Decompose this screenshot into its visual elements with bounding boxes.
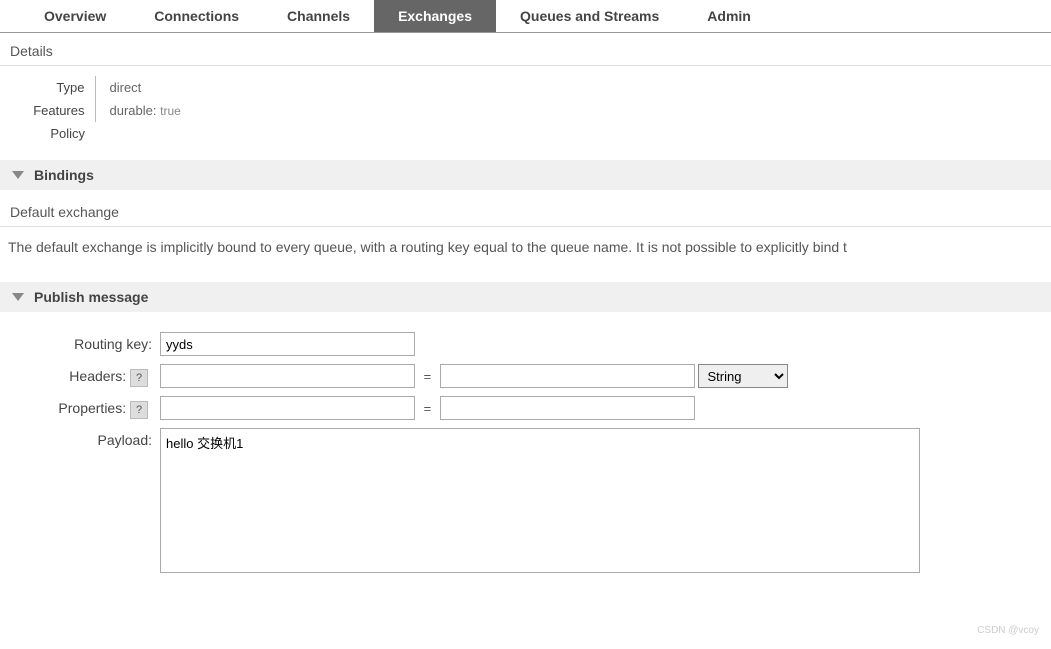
tab-admin[interactable]: Admin bbox=[683, 0, 775, 32]
publish-section-header[interactable]: Publish message bbox=[0, 282, 1051, 312]
header-type-select[interactable]: String bbox=[698, 364, 788, 388]
payload-textarea[interactable] bbox=[160, 428, 920, 573]
feature-key: durable: bbox=[110, 103, 157, 118]
details-table: Type direct Features durable: true Polic… bbox=[0, 76, 191, 145]
header-value-input[interactable] bbox=[440, 364, 695, 388]
detail-value-features: durable: true bbox=[95, 99, 191, 122]
publish-form: Routing key: Headers: ? = String Propert… bbox=[10, 324, 920, 584]
detail-value-type: direct bbox=[95, 76, 191, 99]
details-heading: Details bbox=[0, 33, 1051, 66]
bindings-subtitle: Default exchange bbox=[0, 190, 1051, 227]
chevron-down-icon bbox=[12, 293, 24, 301]
property-value-input[interactable] bbox=[440, 396, 695, 420]
tab-channels[interactable]: Channels bbox=[263, 0, 374, 32]
detail-label-features: Features bbox=[0, 99, 95, 122]
chevron-down-icon bbox=[12, 171, 24, 179]
routing-key-input[interactable] bbox=[160, 332, 415, 356]
tab-exchanges[interactable]: Exchanges bbox=[374, 0, 496, 32]
headers-help-icon[interactable]: ? bbox=[130, 369, 148, 387]
routing-key-label: Routing key: bbox=[10, 332, 160, 356]
properties-label: Properties: ? bbox=[10, 396, 160, 420]
equals-sign: = bbox=[419, 369, 437, 384]
watermark: CSDN @vcoy bbox=[977, 625, 1039, 636]
feature-value: true bbox=[160, 104, 181, 118]
bindings-section-header[interactable]: Bindings bbox=[0, 160, 1051, 190]
equals-sign: = bbox=[419, 401, 437, 416]
nav-tabs: Overview Connections Channels Exchanges … bbox=[0, 0, 1051, 33]
detail-label-policy: Policy bbox=[0, 122, 95, 145]
bindings-title: Bindings bbox=[34, 167, 94, 183]
publish-title: Publish message bbox=[34, 289, 148, 305]
headers-label: Headers: ? bbox=[10, 364, 160, 388]
tab-overview[interactable]: Overview bbox=[20, 0, 130, 32]
tab-queues[interactable]: Queues and Streams bbox=[496, 0, 683, 32]
properties-help-icon[interactable]: ? bbox=[130, 401, 148, 419]
property-key-input[interactable] bbox=[160, 396, 415, 420]
header-key-input[interactable] bbox=[160, 364, 415, 388]
detail-label-type: Type bbox=[0, 76, 95, 99]
payload-label: Payload: bbox=[10, 428, 160, 576]
tab-connections[interactable]: Connections bbox=[130, 0, 263, 32]
bindings-description: The default exchange is implicitly bound… bbox=[0, 227, 1051, 267]
